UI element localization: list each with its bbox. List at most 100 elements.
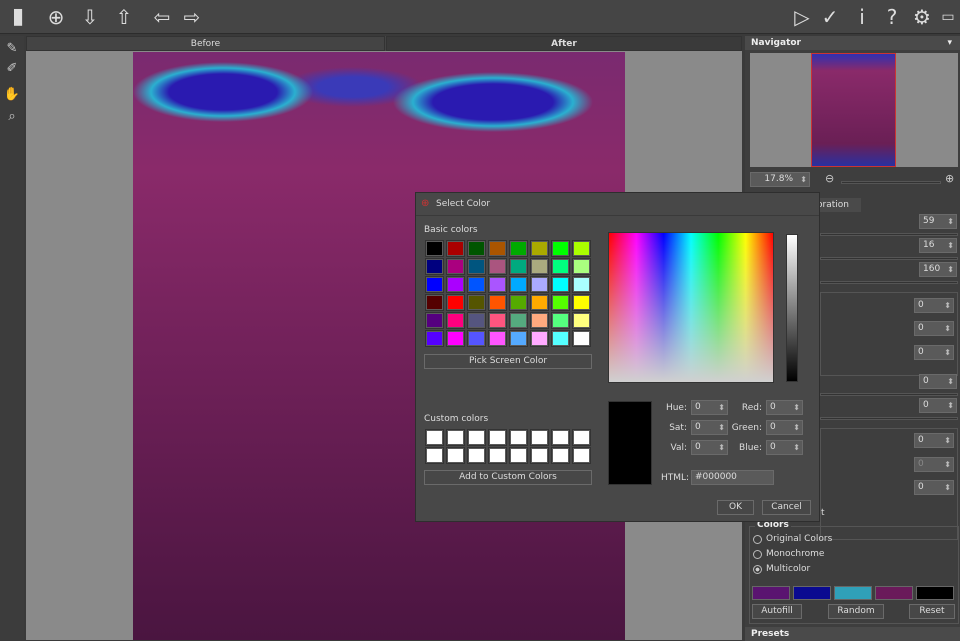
hand-tool-icon[interactable]: ✋ <box>3 86 21 104</box>
basic-color-swatch[interactable] <box>446 294 465 311</box>
custom-color-swatch[interactable] <box>446 429 465 446</box>
custom-color-swatch[interactable] <box>488 429 507 446</box>
hue-spin[interactable]: 0 <box>691 400 728 415</box>
red-spin[interactable]: 0 <box>766 400 803 415</box>
basic-color-swatch[interactable] <box>572 276 591 293</box>
basic-color-swatch[interactable] <box>530 330 549 347</box>
basic-color-swatch[interactable] <box>572 258 591 275</box>
param-spin[interactable]: 0 <box>914 345 954 360</box>
apply-check-icon[interactable]: ✓ <box>818 5 842 29</box>
basic-color-swatch[interactable] <box>425 276 444 293</box>
basic-color-swatch[interactable] <box>446 312 465 329</box>
radio-monochrome[interactable] <box>753 550 762 559</box>
basic-color-swatch[interactable] <box>509 276 528 293</box>
basic-color-swatch[interactable] <box>572 330 591 347</box>
basic-color-swatch[interactable] <box>509 330 528 347</box>
palette-color-swatch[interactable] <box>916 586 954 600</box>
param-spin[interactable]: 160 <box>919 262 957 277</box>
cancel-button[interactable]: Cancel <box>762 500 811 515</box>
basic-color-swatch[interactable] <box>425 258 444 275</box>
basic-color-swatch[interactable] <box>467 312 486 329</box>
basic-color-swatch[interactable] <box>446 276 465 293</box>
basic-color-swatch[interactable] <box>530 312 549 329</box>
custom-color-swatch[interactable] <box>509 429 528 446</box>
back-arrow-icon[interactable]: ⇦ <box>150 5 174 29</box>
basic-color-swatch[interactable] <box>509 240 528 257</box>
chat-icon[interactable]: ▭ <box>936 5 960 29</box>
basic-color-swatch[interactable] <box>488 312 507 329</box>
palette-color-swatch[interactable] <box>752 586 790 600</box>
zoom-select[interactable]: 17.8% <box>750 172 810 187</box>
param-spin[interactable]: 0 <box>914 321 954 336</box>
basic-color-swatch[interactable] <box>530 276 549 293</box>
param-spin[interactable]: 0 <box>919 398 957 413</box>
tab-before[interactable]: Before <box>26 36 385 51</box>
basic-color-swatch[interactable] <box>551 240 570 257</box>
navigator-thumbnail[interactable] <box>750 53 958 167</box>
sat-spin[interactable]: 0 <box>691 420 728 435</box>
val-spin[interactable]: 0 <box>691 440 728 455</box>
basic-color-swatch[interactable] <box>467 276 486 293</box>
basic-color-swatch[interactable] <box>509 258 528 275</box>
add-custom-colors-button[interactable]: Add to Custom Colors <box>424 470 592 485</box>
custom-color-swatch[interactable] <box>551 429 570 446</box>
param-spin[interactable]: 0 <box>914 457 954 472</box>
basic-color-swatch[interactable] <box>509 312 528 329</box>
eraser-tool-icon[interactable]: ✐ <box>3 60 21 78</box>
basic-color-swatch[interactable] <box>446 258 465 275</box>
basic-color-swatch[interactable] <box>551 312 570 329</box>
basic-color-swatch[interactable] <box>488 330 507 347</box>
basic-color-swatch[interactable] <box>467 240 486 257</box>
info-icon[interactable]: i <box>850 5 874 29</box>
custom-color-swatch[interactable] <box>446 447 465 464</box>
value-slider[interactable] <box>786 234 798 382</box>
basic-color-swatch[interactable] <box>488 240 507 257</box>
param-slider[interactable] <box>820 257 958 260</box>
basic-color-swatch[interactable] <box>551 294 570 311</box>
basic-color-swatch[interactable] <box>425 312 444 329</box>
param-spin[interactable]: 59 <box>919 214 957 229</box>
help-icon[interactable]: ? <box>880 5 904 29</box>
random-button[interactable]: Random <box>828 604 884 619</box>
ok-button[interactable]: OK <box>717 500 754 515</box>
forward-arrow-icon[interactable]: ⇨ <box>180 5 204 29</box>
zoom-in-icon[interactable]: ⊕ <box>945 172 954 185</box>
custom-color-swatch[interactable] <box>467 429 486 446</box>
play-icon[interactable]: ▷ <box>790 5 814 29</box>
zoom-tool-icon[interactable]: ⌕ <box>3 108 21 126</box>
param-slider[interactable] <box>820 233 958 236</box>
import-icon[interactable]: ⇩ <box>78 5 102 29</box>
basic-color-swatch[interactable] <box>572 312 591 329</box>
custom-color-swatch[interactable] <box>467 447 486 464</box>
basic-color-swatch[interactable] <box>446 240 465 257</box>
palette-color-swatch[interactable] <box>875 586 913 600</box>
param-slider[interactable] <box>820 417 958 420</box>
param-slider[interactable] <box>820 393 958 396</box>
pick-screen-color-button[interactable]: Pick Screen Color <box>424 354 592 369</box>
basic-color-swatch[interactable] <box>425 330 444 347</box>
palette-color-swatch[interactable] <box>834 586 872 600</box>
basic-color-swatch[interactable] <box>446 330 465 347</box>
basic-color-swatch[interactable] <box>425 294 444 311</box>
basic-color-swatch[interactable] <box>572 294 591 311</box>
param-spin[interactable]: 0 <box>914 480 954 495</box>
radio-multicolor[interactable] <box>753 565 762 574</box>
blue-spin[interactable]: 0 <box>766 440 803 455</box>
tab-decoration[interactable]: oration <box>815 198 861 212</box>
custom-color-swatch[interactable] <box>551 447 570 464</box>
basic-color-swatch[interactable] <box>572 240 591 257</box>
zoom-slider[interactable] <box>841 181 941 184</box>
basic-color-swatch[interactable] <box>488 276 507 293</box>
param-spin[interactable]: 0 <box>914 433 954 448</box>
custom-color-swatch[interactable] <box>425 447 444 464</box>
custom-color-swatch[interactable] <box>572 447 591 464</box>
custom-color-swatch[interactable] <box>509 447 528 464</box>
basic-color-swatch[interactable] <box>467 330 486 347</box>
param-spin[interactable]: 0 <box>919 374 957 389</box>
custom-color-swatch[interactable] <box>530 429 549 446</box>
green-spin[interactable]: 0 <box>766 420 803 435</box>
basic-color-swatch[interactable] <box>551 276 570 293</box>
custom-color-swatch[interactable] <box>572 429 591 446</box>
collapse-icon[interactable]: ▾ <box>947 36 952 50</box>
brush-tool-icon[interactable]: ✎ <box>3 40 21 58</box>
